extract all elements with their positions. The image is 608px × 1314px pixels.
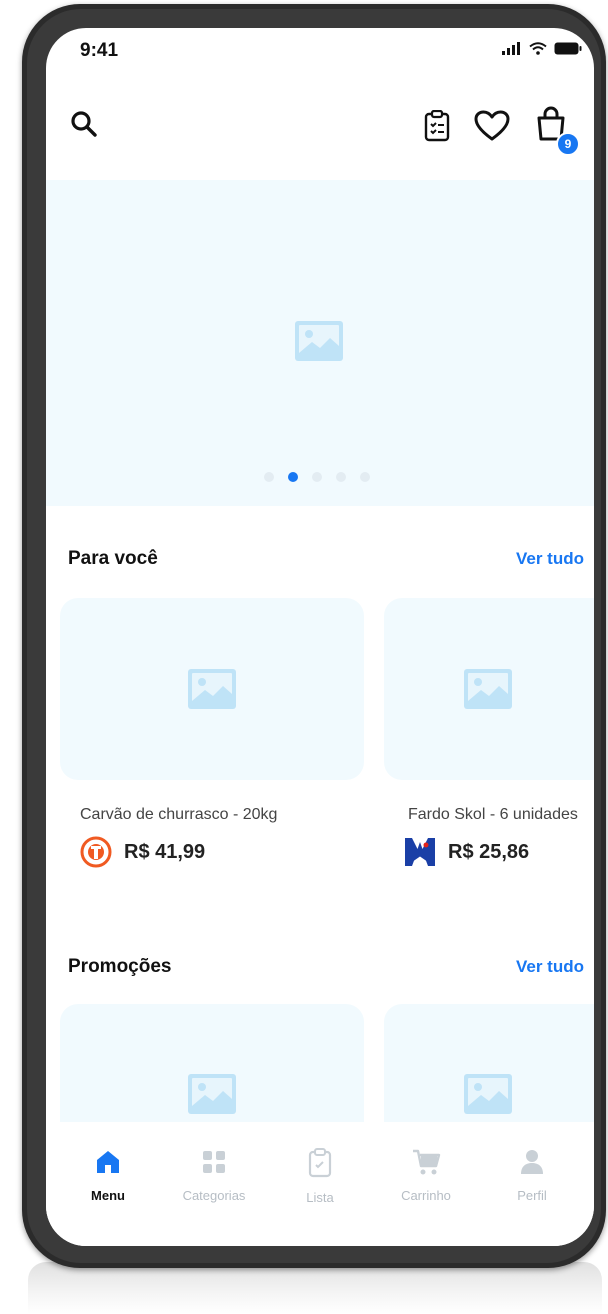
signal-icon bbox=[502, 42, 520, 55]
cart-count-badge: 9 bbox=[556, 132, 580, 156]
product-price-row: R$ 41,99 bbox=[80, 836, 205, 868]
home-icon bbox=[97, 1151, 119, 1173]
shopping-list-button[interactable] bbox=[420, 108, 454, 144]
device-reflection bbox=[28, 1262, 602, 1314]
nav-label: Lista bbox=[306, 1190, 334, 1205]
bottom-navigation: Menu Categorias Lista Carrinho Perfil bbox=[46, 1122, 594, 1246]
search-button[interactable] bbox=[68, 108, 100, 140]
carousel-dots bbox=[264, 472, 370, 482]
orange-logo-icon bbox=[80, 836, 112, 868]
nav-item-menu[interactable]: Menu bbox=[58, 1148, 158, 1203]
skol-logo-icon bbox=[405, 838, 435, 866]
product-card-image[interactable] bbox=[384, 598, 594, 780]
nav-item-perfil[interactable]: Perfil bbox=[482, 1148, 582, 1203]
carousel-dot[interactable] bbox=[336, 472, 346, 482]
wifi-icon bbox=[529, 42, 547, 55]
status-time: 9:41 bbox=[80, 40, 119, 61]
nav-item-lista[interactable]: Lista bbox=[270, 1148, 370, 1205]
status-icons bbox=[502, 42, 582, 55]
section-title-para-voce: Para você bbox=[68, 548, 158, 569]
nav-label: Categorias bbox=[182, 1188, 246, 1203]
image-placeholder-icon bbox=[295, 321, 343, 361]
carousel-dot[interactable] bbox=[360, 472, 370, 482]
carousel-dot[interactable] bbox=[264, 472, 274, 482]
image-placeholder-icon bbox=[464, 669, 512, 709]
product-price-row: R$ 25,86 bbox=[404, 836, 529, 868]
nav-label: Carrinho bbox=[401, 1188, 451, 1203]
image-placeholder-icon bbox=[464, 1074, 512, 1114]
clipboard-icon bbox=[308, 1148, 332, 1178]
phone-screen: 9:41 9 Para você Ver tudo Carvão de chur… bbox=[46, 28, 594, 1246]
nav-item-carrinho[interactable]: Carrinho bbox=[376, 1148, 476, 1203]
battery-icon bbox=[554, 42, 582, 55]
cart-icon bbox=[413, 1149, 441, 1175]
search-icon bbox=[71, 111, 97, 137]
product-name[interactable]: Carvão de churrasco - 20kg bbox=[80, 806, 277, 824]
hero-banner[interactable] bbox=[46, 180, 594, 506]
product-card-image[interactable] bbox=[60, 598, 364, 780]
cart-button[interactable]: 9 bbox=[534, 104, 580, 156]
nav-item-categorias[interactable]: Categorias bbox=[164, 1148, 264, 1203]
see-all-link-promocoes[interactable]: Ver tudo bbox=[516, 957, 584, 977]
nav-label: Perfil bbox=[517, 1188, 547, 1203]
nav-label: Menu bbox=[91, 1188, 125, 1203]
product-name[interactable]: Fardo Skol - 6 unidades bbox=[408, 806, 578, 824]
section-title-promocoes: Promoções bbox=[68, 956, 172, 977]
carousel-dot[interactable] bbox=[312, 472, 322, 482]
image-placeholder-icon bbox=[188, 1074, 236, 1114]
user-icon bbox=[521, 1150, 543, 1174]
carousel-dot-active[interactable] bbox=[288, 472, 298, 482]
grid-icon bbox=[203, 1151, 225, 1173]
clipboard-icon bbox=[424, 110, 450, 142]
image-placeholder-icon bbox=[188, 669, 236, 709]
see-all-link-para-voce[interactable]: Ver tudo bbox=[516, 549, 584, 569]
product-price: R$ 25,86 bbox=[448, 840, 530, 863]
favorites-button[interactable] bbox=[472, 108, 512, 144]
product-price: R$ 41,99 bbox=[124, 840, 206, 863]
heart-icon bbox=[474, 110, 510, 141]
